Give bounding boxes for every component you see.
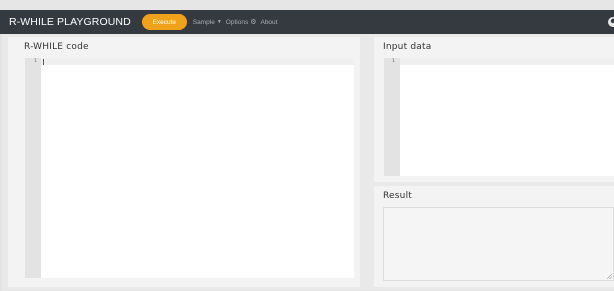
code-editor[interactable] (41, 58, 354, 278)
sample-menu[interactable]: Sample ▼ (193, 19, 222, 26)
resize-grip-icon[interactable] (607, 274, 612, 279)
gears-icon: ⚙ (250, 19, 257, 26)
code-caret (43, 59, 44, 65)
input-panel-title: Input data (383, 42, 432, 52)
code-panel-title: R-WHILE code (24, 42, 89, 52)
navbar: R-WHILE PLAYGROUND Execute Sample ▼ Opti… (0, 10, 614, 34)
github-icon[interactable] (606, 16, 614, 28)
input-gutter (384, 58, 400, 176)
options-menu-label: Options (225, 18, 249, 26)
about-link[interactable]: About (260, 19, 277, 26)
execute-button[interactable]: Execute (141, 14, 187, 30)
result-output[interactable] (383, 207, 614, 281)
result-panel-title: Result (383, 191, 413, 201)
sample-menu-label: Sample (192, 18, 215, 26)
caret-down-icon: ▼ (216, 19, 222, 25)
brand-title[interactable]: R-WHILE PLAYGROUND (9, 16, 131, 28)
input-line-number: 1 (392, 59, 395, 64)
code-editor-top-strip (41, 58, 354, 65)
code-gutter (25, 58, 41, 278)
input-editor-top-strip (400, 58, 614, 65)
input-editor[interactable] (400, 58, 614, 176)
code-line-number: 1 (34, 59, 37, 64)
options-menu[interactable]: Options ⚙ (225, 18, 257, 27)
